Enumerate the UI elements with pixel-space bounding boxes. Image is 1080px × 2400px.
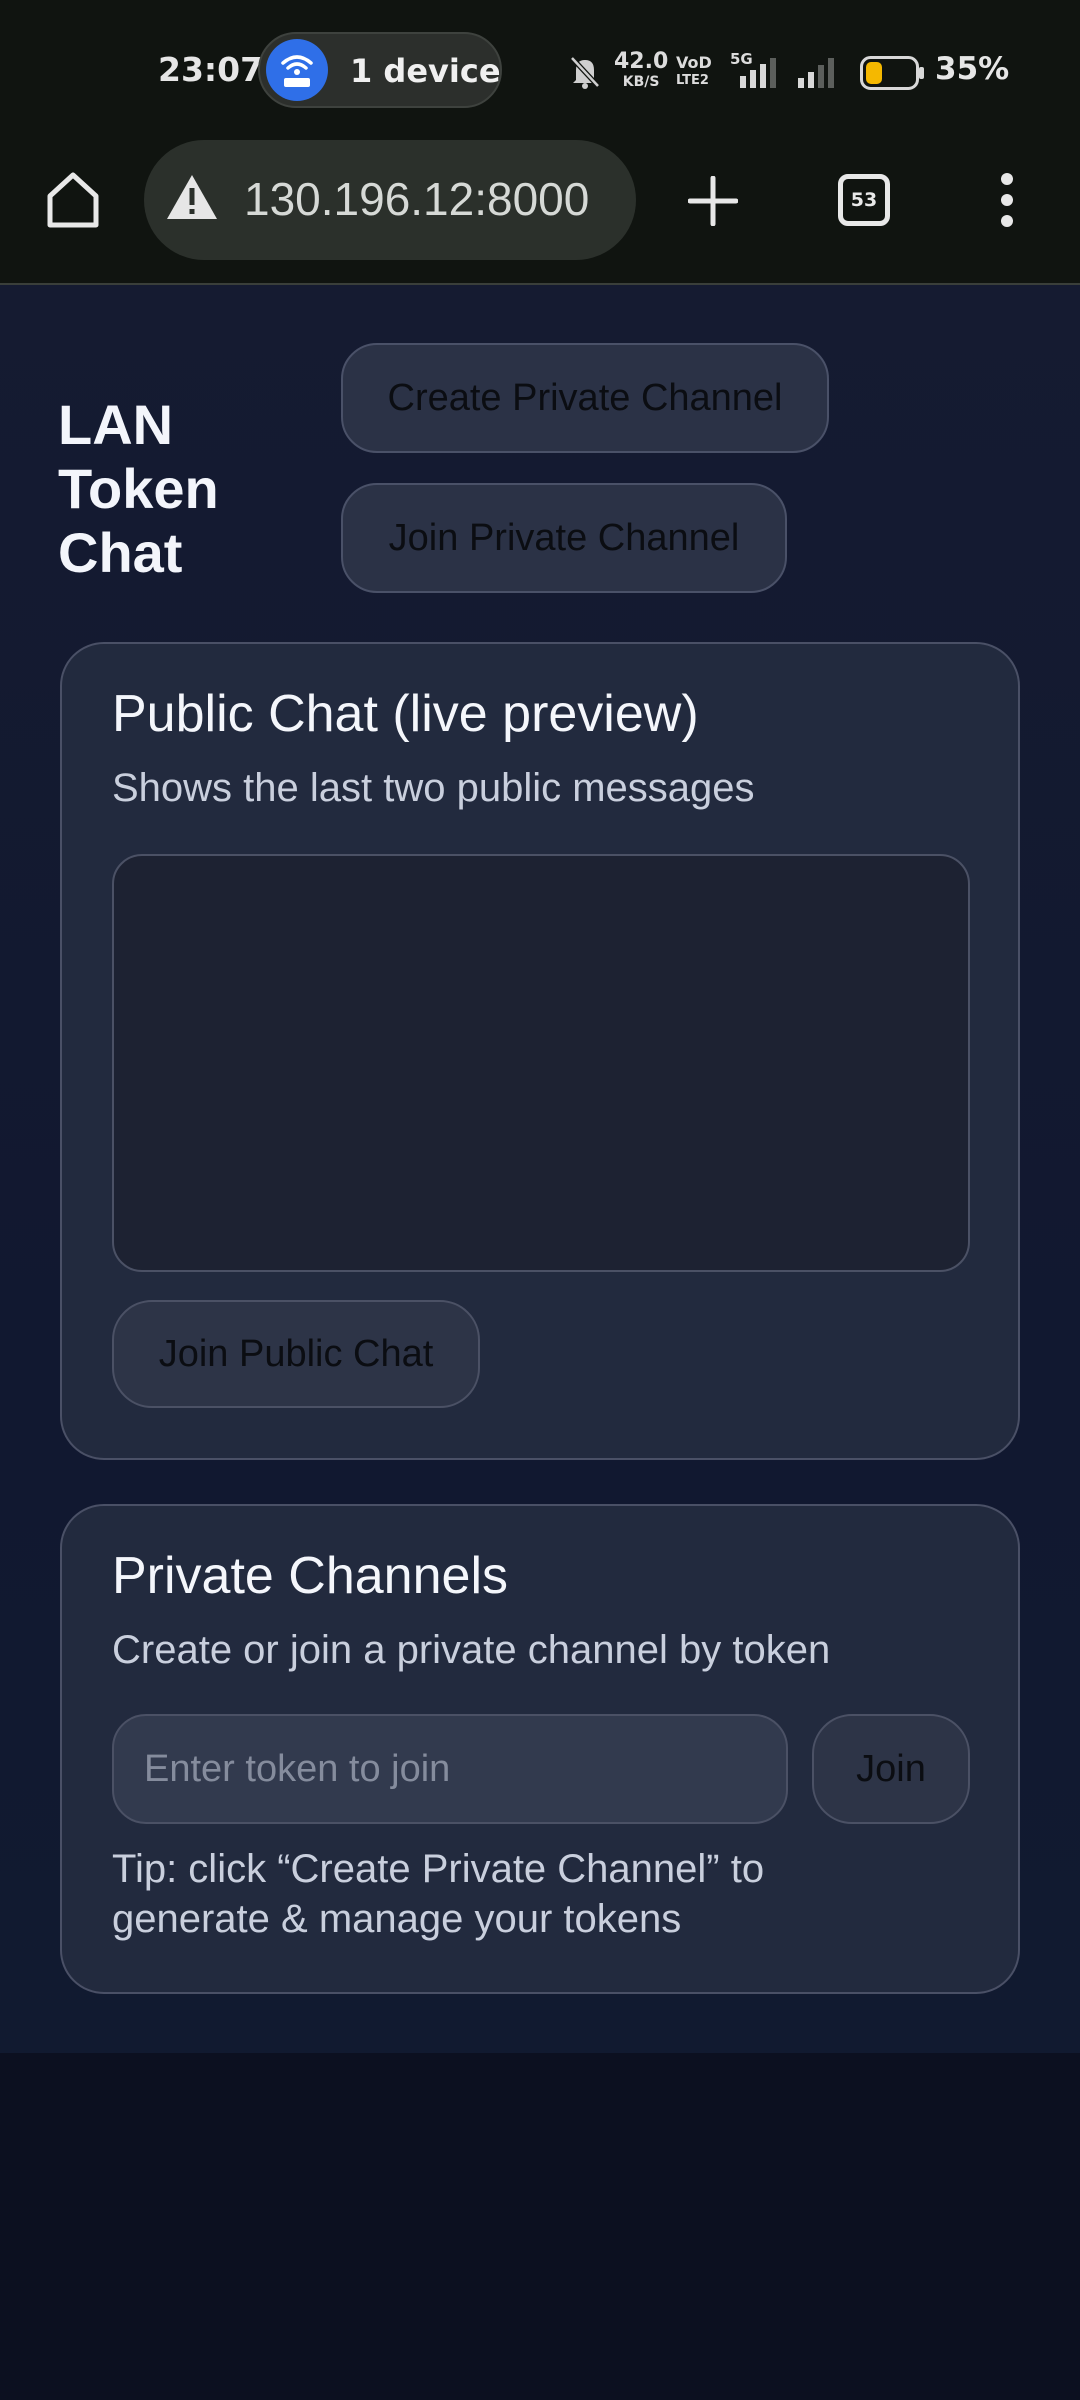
private-channels-subtitle: Create or join a private channel by toke… xyxy=(112,1628,831,1672)
volte-line1: VoD xyxy=(676,53,712,72)
address-bar[interactable]: 130.196.12:8000 xyxy=(144,140,636,260)
net-speed-unit: KB/S xyxy=(622,74,660,90)
public-chat-card: Public Chat (live preview) Shows the las… xyxy=(60,642,1020,1460)
hotspot-chip[interactable]: 1 device xyxy=(258,32,502,108)
volte-line2: LTE2 xyxy=(676,73,709,88)
more-vert-icon[interactable] xyxy=(997,172,1017,228)
warning-icon[interactable] xyxy=(164,172,220,222)
status-bar: 23:07 1 device 42.0 KB/S VoD LTE2 5G 35% xyxy=(0,0,1080,140)
page-bottom-blank xyxy=(0,2053,1080,2400)
url-text[interactable]: 130.196.12:8000 xyxy=(244,172,589,226)
signal-icon xyxy=(740,58,776,88)
volte-indicator: VoD LTE2 xyxy=(676,54,712,90)
tabs-button[interactable]: 53 xyxy=(838,174,890,226)
token-input[interactable] xyxy=(112,1714,788,1824)
app-title: LAN Token Chat xyxy=(58,393,219,584)
public-chat-preview xyxy=(112,854,970,1272)
page-content: LAN Token Chat Create Private Channel Jo… xyxy=(0,285,1080,2053)
hotspot-label: 1 device xyxy=(350,52,501,90)
browser-toolbar: 130.196.12:8000 53 xyxy=(0,140,1080,285)
status-time: 23:07 xyxy=(158,50,264,89)
create-private-channel-button[interactable]: Create Private Channel xyxy=(341,343,829,453)
battery-icon xyxy=(860,56,924,90)
net-speed: 42.0 KB/S xyxy=(614,49,669,92)
tip-text: Tip: click “Create Private Channel” to g… xyxy=(112,1847,765,1941)
private-channels-card: Private Channels Create or join a privat… xyxy=(60,1504,1020,1994)
hotspot-icon xyxy=(266,39,328,101)
silent-bell-icon xyxy=(570,56,600,89)
plus-icon[interactable] xyxy=(688,176,738,226)
public-chat-subtitle: Shows the last two public messages xyxy=(112,766,755,810)
join-private-channel-button[interactable]: Join Private Channel xyxy=(341,483,787,593)
net-speed-value: 42.0 xyxy=(614,49,669,74)
battery-percent: 35% xyxy=(935,51,1010,87)
private-channels-title: Private Channels xyxy=(112,1547,508,1605)
signal-icon xyxy=(798,58,834,88)
public-chat-title: Public Chat (live preview) xyxy=(112,685,699,743)
join-public-chat-button[interactable]: Join Public Chat xyxy=(112,1300,480,1408)
home-icon[interactable] xyxy=(44,170,102,230)
tabs-icon: 53 xyxy=(850,189,878,211)
join-token-button[interactable]: Join xyxy=(812,1714,970,1824)
